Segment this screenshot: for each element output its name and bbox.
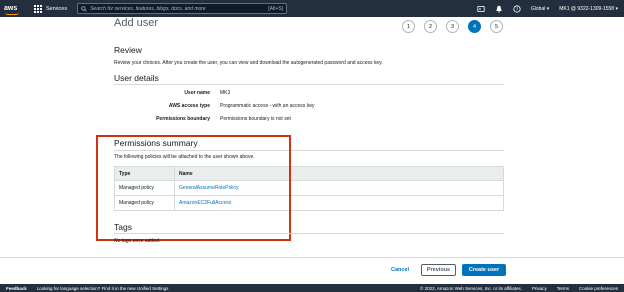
detail-label: AWS access type — [168, 103, 210, 109]
detail-row-access-type: AWS access type Programmatic access - wi… — [114, 103, 504, 109]
account-menu[interactable]: MK1 @ 9322-1309-1558 ▾ — [559, 6, 618, 12]
search-bar[interactable]: [Alt+S] — [77, 3, 288, 14]
tags-empty-message: No tags were added. — [114, 238, 161, 244]
feedback-link[interactable]: Feedback — [6, 286, 27, 291]
review-heading: Review — [114, 45, 142, 55]
copyright: © 2022, Amazon Web Services, Inc. or its… — [420, 285, 522, 291]
detail-row-user-name: User name MK3 — [114, 90, 504, 96]
detail-label: Permissions boundary — [156, 116, 210, 122]
privacy-link[interactable]: Privacy — [532, 286, 547, 291]
aws-logo-text: aws — [4, 5, 18, 12]
aws-logo[interactable]: aws — [4, 5, 26, 15]
step-3[interactable]: 3 — [446, 20, 459, 33]
previous-button[interactable]: Previous — [421, 264, 456, 276]
detail-label: User name — [184, 90, 210, 96]
top-nav: aws Services [Alt+S] ? Global ▾ MK1 @ 93… — [0, 0, 624, 17]
detail-value: MK3 — [220, 90, 231, 96]
services-label: Services — [46, 5, 68, 12]
region-selector[interactable]: Global ▾ — [531, 6, 549, 12]
step-2[interactable]: 2 — [424, 20, 437, 33]
grid-icon — [34, 4, 42, 13]
step-1[interactable]: 1 — [402, 20, 415, 33]
tags-heading: Tags — [114, 222, 132, 232]
help-icon[interactable]: ? — [513, 4, 521, 13]
divider — [114, 233, 504, 234]
step-4-current: 4 — [468, 20, 481, 33]
nav-right: ? Global ▾ MK1 @ 9322-1309-1558 ▾ — [477, 4, 624, 13]
page-footer: Feedback Looking for language selection?… — [0, 284, 624, 292]
search-icon — [81, 5, 87, 12]
wizard-steps: 1 2 3 4 5 — [402, 20, 503, 33]
footer-divider — [0, 257, 624, 258]
svg-text:?: ? — [516, 6, 519, 11]
create-user-button[interactable]: Create user — [462, 264, 506, 276]
terms-link[interactable]: Terms — [557, 286, 569, 291]
aws-smile-icon — [5, 12, 19, 15]
cloudshell-icon[interactable] — [477, 5, 485, 13]
language-notice[interactable]: Looking for language selection? Find it … — [37, 286, 169, 291]
notifications-bell-icon[interactable] — [495, 5, 503, 13]
divider — [114, 84, 504, 85]
cancel-button[interactable]: Cancel — [386, 264, 414, 276]
services-menu[interactable]: Services — [34, 4, 68, 13]
account-label: MK1 @ 9322-1309-1558 — [559, 5, 615, 12]
step-5: 5 — [490, 20, 503, 33]
detail-value: Permissions boundary is not set — [220, 116, 291, 122]
search-shortcut: [Alt+S] — [268, 5, 284, 12]
user-details-heading: User details — [114, 73, 159, 83]
detail-row-permissions-boundary: Permissions boundary Permissions boundar… — [114, 116, 504, 122]
page-title: Add user — [114, 17, 159, 29]
main-content: Add user 1 2 3 4 5 Review Review your ch… — [0, 17, 624, 276]
cookie-preferences-link[interactable]: Cookie preferences — [579, 286, 618, 291]
detail-value: Programmatic access - with an access key — [220, 103, 315, 109]
search-input[interactable] — [90, 5, 269, 12]
region-label: Global — [530, 5, 546, 12]
review-description: Review your choices. After you create th… — [114, 60, 383, 66]
